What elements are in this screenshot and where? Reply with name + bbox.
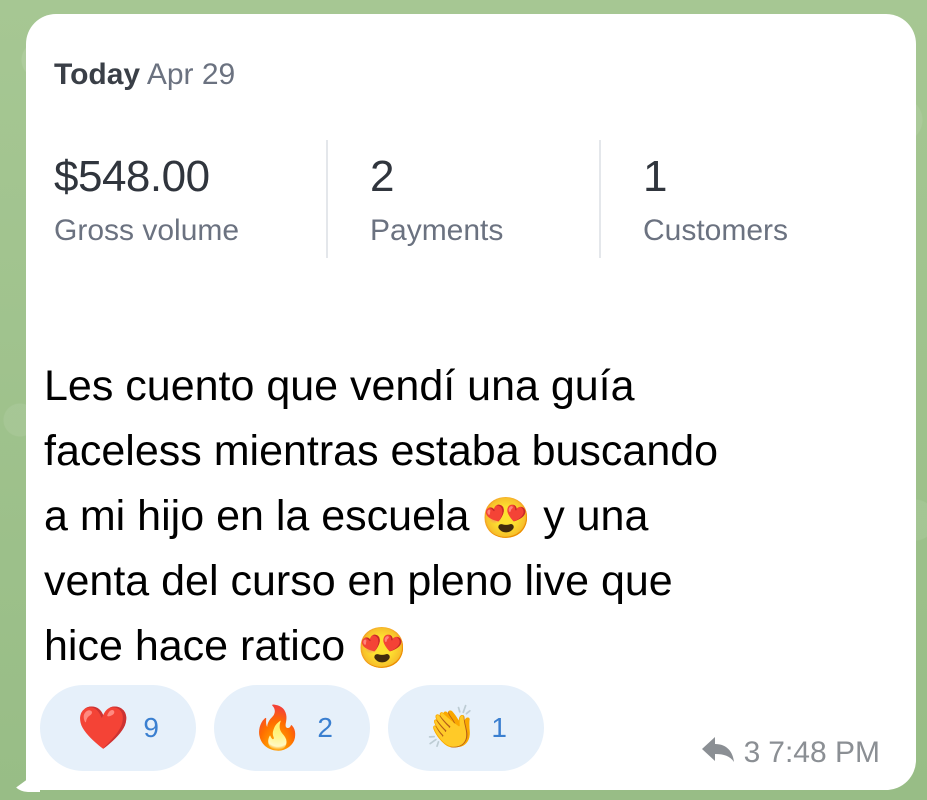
fire-icon: 🔥 — [251, 704, 304, 751]
heart-icon: ❤️ — [77, 704, 130, 751]
reaction-fire-button[interactable]: 🔥 2 — [214, 685, 370, 771]
dashboard-screenshot: Today Apr 29 $548.00 Gross volume 2 Paym… — [54, 58, 884, 298]
metric-value: $548.00 — [54, 152, 210, 201]
metric-gross-volume: $548.00 Gross volume — [54, 154, 239, 248]
message-bubble[interactable]: Today Apr 29 $548.00 Gross volume 2 Paym… — [26, 14, 916, 790]
forward-count: 3 — [743, 736, 761, 769]
reactions-bar: ❤️ 9 🔥 2 👏 1 — [40, 685, 544, 771]
metric-divider — [599, 140, 601, 258]
message-line: faceless mientras estaba buscando — [44, 427, 719, 475]
metric-label: Gross volume — [54, 214, 240, 247]
metric-label: Payments — [370, 214, 504, 247]
metric-payments: 2 Payments — [370, 154, 503, 248]
reaction-count: 1 — [491, 712, 507, 743]
date-value: Apr 29 — [146, 58, 236, 91]
date-prefix: Today — [54, 58, 141, 91]
metric-value: 1 — [643, 152, 667, 201]
message-line-text: hice hace ratico — [44, 622, 346, 670]
reaction-count: 9 — [143, 712, 159, 743]
heart-eyes-emoji-icon: 😍 — [481, 496, 532, 541]
message-meta: 3 7:48 PM — [700, 734, 880, 772]
metric-divider — [326, 140, 328, 258]
dashboard-date: Today Apr 29 — [54, 58, 235, 92]
message-line: Les cuento que vendí una guía — [44, 362, 635, 410]
message-line-with-emoji: hice hace ratico 😍 — [44, 614, 894, 679]
forward-arrow-icon[interactable] — [700, 734, 736, 772]
reaction-heart-button[interactable]: ❤️ 9 — [40, 685, 196, 771]
message-line-text: y una — [543, 492, 649, 540]
heart-eyes-emoji-icon: 😍 — [357, 626, 407, 671]
reaction-clap-button[interactable]: 👏 1 — [388, 685, 544, 771]
metric-value: 2 — [370, 152, 394, 201]
message-time: 7:48 PM — [768, 736, 880, 769]
metric-customers: 1 Customers — [643, 154, 788, 248]
message-text: Les cuento que vendí una guía faceless m… — [44, 354, 894, 679]
message-line-text: a mi hijo en la escuela — [44, 492, 470, 540]
metric-label: Customers — [643, 214, 789, 247]
message-line: venta del curso en pleno live que — [44, 557, 673, 605]
message-line-with-emoji: a mi hijo en la escuela 😍 y una — [44, 484, 894, 549]
reaction-count: 2 — [317, 712, 333, 743]
clap-icon: 👏 — [425, 704, 478, 751]
